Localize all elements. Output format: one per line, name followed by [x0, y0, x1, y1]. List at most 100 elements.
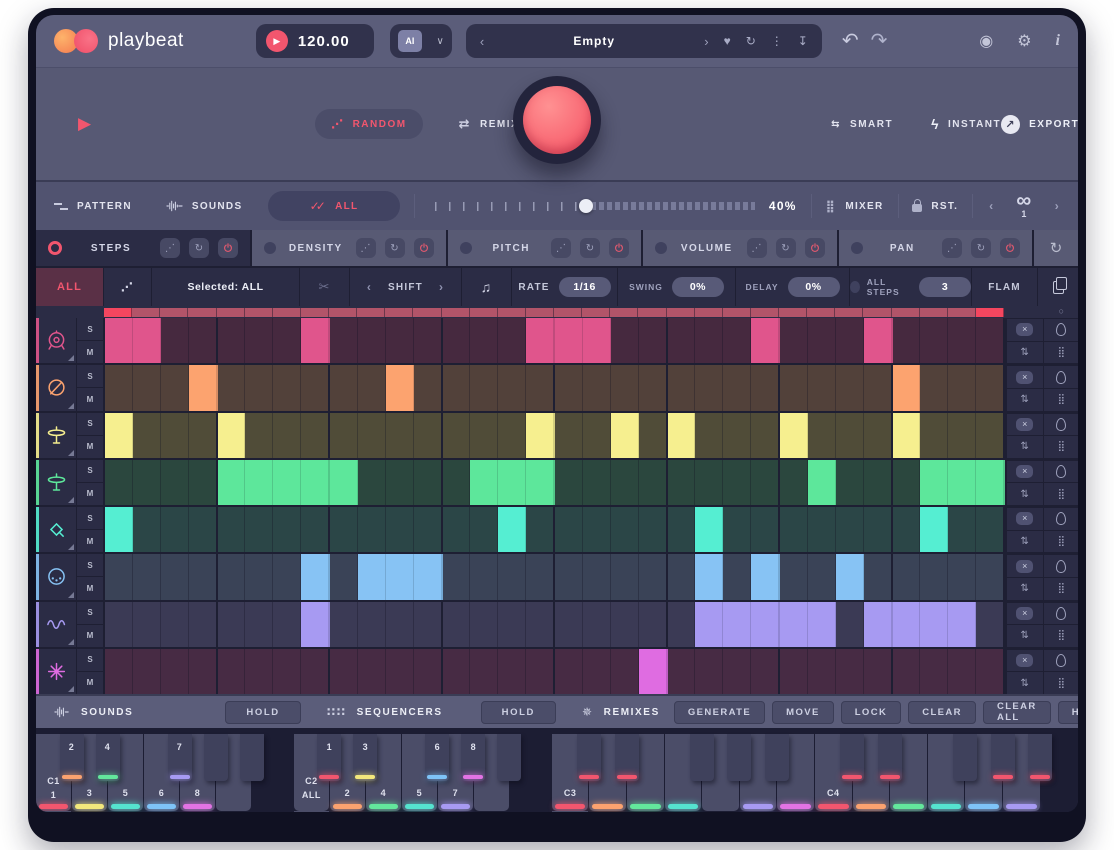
black-key[interactable] [1028, 734, 1052, 781]
step-cell[interactable] [498, 554, 526, 599]
step-cell[interactable] [358, 365, 386, 410]
step-cell[interactable] [105, 460, 133, 505]
step-cell[interactable] [245, 602, 273, 647]
step-cell[interactable] [133, 318, 161, 363]
step-cell[interactable] [639, 649, 668, 694]
preset-next-button[interactable]: › [704, 34, 708, 49]
mute-button[interactable]: M [77, 672, 103, 694]
step-cell[interactable] [780, 318, 808, 363]
step-cell[interactable] [330, 413, 358, 458]
solo-button[interactable]: S [77, 460, 103, 483]
step-cell[interactable] [245, 318, 273, 363]
step-cell[interactable] [218, 649, 246, 694]
step-cell[interactable] [301, 365, 330, 410]
step-cell[interactable] [161, 507, 189, 552]
playhead-ruler[interactable] [104, 308, 1004, 317]
step-cell[interactable] [470, 507, 498, 552]
step-cell[interactable] [611, 318, 639, 363]
step-cell[interactable] [189, 602, 218, 647]
solo-button[interactable]: S [77, 602, 103, 625]
dice-dots-icon[interactable]: ⋰ [942, 238, 962, 258]
step-cell[interactable] [976, 365, 1005, 410]
smart-mode-button[interactable]: ⇆ SMART [831, 119, 893, 130]
step-cell[interactable] [133, 507, 161, 552]
step-cell[interactable] [189, 365, 218, 410]
step-cell[interactable] [893, 602, 921, 647]
settings-gear-icon[interactable]: ⚙ [1017, 31, 1031, 51]
midi-icon[interactable]: ◉ [979, 31, 993, 51]
step-cell[interactable] [301, 413, 330, 458]
step-cell[interactable] [443, 602, 471, 647]
step-cell[interactable] [893, 649, 921, 694]
ruler-step[interactable] [779, 308, 807, 317]
ai-dropdown[interactable]: AI ∨ [390, 24, 452, 58]
mute-button[interactable]: M [77, 625, 103, 647]
step-cell[interactable] [836, 507, 864, 552]
ruler-step[interactable] [273, 308, 301, 317]
step-cell[interactable] [555, 460, 583, 505]
drag-handle[interactable]: ⣿ [1043, 530, 1079, 553]
step-cell[interactable] [611, 460, 639, 505]
step-cell[interactable] [358, 554, 386, 599]
step-cell[interactable] [443, 318, 471, 363]
step-cell[interactable] [301, 649, 330, 694]
ruler-step[interactable] [413, 308, 441, 317]
solo-button[interactable]: S [77, 507, 103, 530]
step-cell[interactable] [273, 649, 301, 694]
dice-dots-icon[interactable]: ⋰ [160, 238, 180, 258]
step-cell[interactable] [695, 365, 723, 410]
bpm-value[interactable]: 120.00 [298, 33, 350, 50]
transport-play-button[interactable]: ▶ [78, 114, 91, 134]
step-cell[interactable] [301, 460, 330, 505]
tab-steps[interactable]: STEPS⋰↻ [36, 230, 250, 266]
step-cell[interactable] [470, 318, 498, 363]
ruler-step[interactable] [948, 308, 976, 317]
step-cell[interactable] [498, 649, 526, 694]
step-cell[interactable] [189, 460, 218, 505]
step-cell[interactable] [948, 318, 976, 363]
step-cell[interactable] [358, 602, 386, 647]
step-cell[interactable] [245, 554, 273, 599]
step-cell[interactable] [723, 554, 751, 599]
step-cell[interactable] [301, 554, 330, 599]
white-key[interactable] [294, 811, 329, 812]
step-cell[interactable] [301, 602, 330, 647]
step-cell[interactable] [583, 507, 611, 552]
ruler-step[interactable] [132, 308, 160, 317]
ruler-step[interactable] [217, 308, 245, 317]
step-cell[interactable] [161, 554, 189, 599]
shift-left-button[interactable]: ‹ [367, 280, 372, 294]
step-cell[interactable] [330, 365, 358, 410]
refresh-icon[interactable]: ↻ [189, 238, 209, 258]
step-cell[interactable] [893, 554, 921, 599]
drag-handle[interactable]: ⣿ [1043, 388, 1079, 411]
step-cell[interactable] [301, 507, 330, 552]
footer-button-clear[interactable]: CLEAR [908, 701, 976, 724]
step-cell[interactable] [695, 554, 723, 599]
black-key[interactable] [204, 734, 228, 781]
drag-handle[interactable]: ⣿ [1043, 482, 1079, 505]
ruler-step[interactable] [357, 308, 385, 317]
step-cell[interactable] [639, 460, 668, 505]
step-cell[interactable] [161, 413, 189, 458]
step-cell[interactable] [920, 460, 948, 505]
step-cell[interactable] [526, 365, 555, 410]
step-cell[interactable] [976, 649, 1005, 694]
step-cell[interactable] [470, 460, 498, 505]
power-icon[interactable] [1000, 238, 1020, 258]
black-key[interactable]: 7 [168, 734, 192, 781]
step-cell[interactable] [583, 649, 611, 694]
global-refresh-icon[interactable]: ↻ [1034, 230, 1078, 266]
step-cell[interactable] [611, 649, 639, 694]
step-cell[interactable] [920, 649, 948, 694]
tab-density[interactable]: DENSITY⋰↻ [252, 230, 446, 266]
step-cell[interactable] [723, 460, 751, 505]
step-cell[interactable] [470, 602, 498, 647]
step-cell[interactable] [526, 460, 555, 505]
step-cell[interactable] [189, 413, 218, 458]
step-cell[interactable] [976, 554, 1005, 599]
step-cell[interactable] [695, 602, 723, 647]
step-cell[interactable] [414, 413, 443, 458]
step-cell[interactable] [695, 507, 723, 552]
kick-drum-icon[interactable] [36, 318, 77, 363]
